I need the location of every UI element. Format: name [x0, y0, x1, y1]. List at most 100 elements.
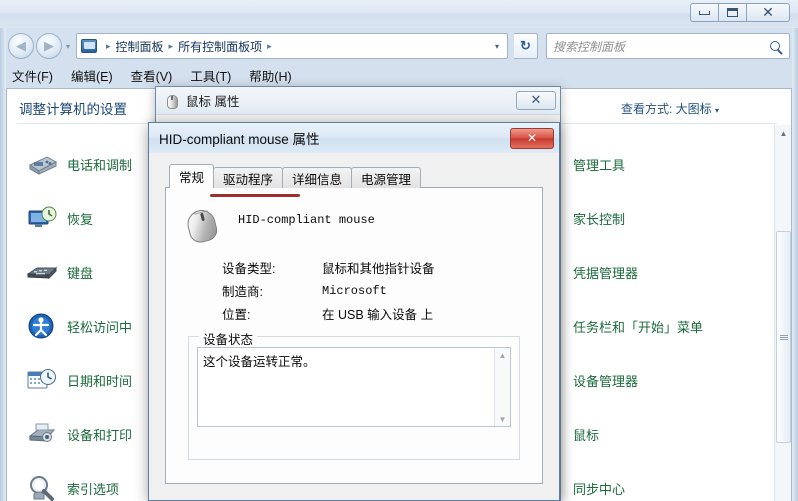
property-value: 鼠标和其他指针设备: [322, 262, 435, 276]
tab-panel-general: HID-compliant mouse 设备类型: 鼠标和其他指针设备 制造商:…: [165, 187, 543, 484]
list-item[interactable]: 恢复: [25, 191, 165, 245]
mouse-device-icon: [182, 204, 224, 245]
list-item-label: 凭据管理器: [573, 265, 639, 281]
back-button[interactable]: ◀: [8, 33, 34, 59]
red-underline-annotation: [210, 194, 300, 197]
maximize-button[interactable]: [718, 3, 747, 22]
list-item-label: 恢复: [67, 211, 94, 227]
breadcrumb[interactable]: ▸ 控制面板 ▸ 所有控制面板项 ▸ ▾: [76, 33, 508, 59]
device-header: HID-compliant mouse: [182, 204, 375, 245]
list-item[interactable]: 电话和调制: [25, 137, 165, 191]
view-by-value[interactable]: 大图标: [676, 102, 712, 116]
control-panel-items-left: 电话和调制 恢复 键盘 轻松访问中 日期和时间 设备和打印 索引选项: [25, 137, 165, 501]
forward-button[interactable]: ▶: [36, 33, 62, 59]
list-item[interactable]: 凭据管理器: [573, 245, 791, 299]
list-item-label: 任务栏和「开始」菜单: [573, 319, 704, 335]
search-placeholder: 搜索控制面板: [553, 39, 626, 54]
property-key: 位置:: [222, 308, 251, 322]
minimize-icon: [699, 10, 710, 15]
tab-label: 驱动程序: [223, 172, 274, 187]
menu-help[interactable]: 帮助(H): [249, 66, 291, 85]
menu-edit[interactable]: 编辑(E): [71, 66, 113, 85]
list-item[interactable]: 鼠标: [573, 407, 791, 461]
breadcrumb-item-1[interactable]: 所有控制面板项: [178, 38, 262, 55]
minimize-button[interactable]: [690, 3, 719, 22]
window-controls: ✕: [690, 3, 790, 22]
view-by-control[interactable]: 查看方式: 大图标 ▾: [621, 100, 719, 117]
tab-power-management[interactable]: 电源管理: [351, 167, 422, 188]
tab-label: 常规: [179, 171, 205, 185]
list-item-label: 索引选项: [67, 481, 120, 497]
breadcrumb-item-0[interactable]: 控制面板: [116, 38, 164, 55]
dialog-title: 鼠标 属性: [186, 95, 240, 109]
scroll-up-icon[interactable]: ▲: [495, 348, 510, 362]
list-item-label: 管理工具: [573, 157, 626, 173]
ease-of-access-icon: [25, 310, 59, 342]
list-item[interactable]: 管理工具: [573, 137, 791, 191]
hid-mouse-properties-dialog[interactable]: HID-compliant mouse 属性 ✕ 常规 驱动程序 详细信息 电源…: [148, 122, 560, 501]
close-icon: ✕: [526, 131, 538, 145]
device-name: HID-compliant mouse: [238, 213, 375, 227]
list-item[interactable]: 任务栏和「开始」菜单: [573, 299, 791, 353]
menu-file[interactable]: 文件(F): [12, 66, 53, 85]
list-item[interactable]: 设备和打印: [25, 407, 165, 461]
tab-general[interactable]: 常规: [169, 164, 215, 188]
property-key: 制造商:: [222, 285, 263, 299]
close-button[interactable]: ✕: [510, 127, 554, 149]
content-scrollbar[interactable]: ▲: [774, 125, 791, 501]
breadcrumb-separator-1: ▸: [168, 40, 174, 51]
list-item-label: 日期和时间: [67, 373, 133, 389]
breadcrumb-separator-2: ▸: [267, 40, 272, 51]
scrollbar-thumb[interactable]: [776, 231, 791, 443]
menu-tools[interactable]: 工具(T): [190, 66, 231, 85]
list-item[interactable]: 家长控制: [573, 191, 791, 245]
control-panel-items-right: 管理工具 家长控制 凭据管理器 任务栏和「开始」菜单 设备管理器 鼠标 同步中心: [573, 137, 791, 501]
refresh-button[interactable]: ↻: [514, 33, 538, 59]
view-by-label: 查看方式:: [620, 102, 673, 116]
list-item-label: 设备和打印: [67, 427, 133, 443]
tab-strip: 常规 驱动程序 详细信息 电源管理: [169, 164, 543, 188]
list-item[interactable]: 同步中心: [573, 461, 791, 501]
mouse-icon: [164, 94, 180, 109]
dialog-title-bar: HID-compliant mouse 属性 ✕: [149, 123, 559, 153]
chevron-down-icon[interactable]: ▾: [715, 106, 719, 115]
title-bar: ✕: [0, 0, 798, 28]
list-item[interactable]: 索引选项: [25, 461, 165, 501]
scroll-up-icon[interactable]: ▲: [775, 125, 791, 142]
tab-label: 详细信息: [292, 172, 343, 187]
breadcrumb-separator-0: ▸: [106, 40, 111, 51]
list-item[interactable]: 设备管理器: [573, 353, 791, 407]
device-properties: 设备类型: 鼠标和其他指针设备 制造商: Microsoft 位置: 在 USB…: [222, 256, 435, 325]
chevron-down-icon[interactable]: ▾: [495, 42, 503, 51]
scroll-down-icon[interactable]: ▼: [495, 412, 510, 426]
menu-view[interactable]: 查看(V): [131, 66, 173, 85]
tab-details[interactable]: 详细信息: [282, 167, 353, 188]
search-input[interactable]: 搜索控制面板: [546, 33, 790, 59]
close-button[interactable]: ✕: [516, 91, 556, 110]
status-scrollbar[interactable]: ▲ ▼: [494, 348, 510, 426]
tab-driver[interactable]: 驱动程序: [213, 167, 284, 188]
close-icon: ✕: [530, 93, 542, 108]
list-item-label: 家长控制: [573, 211, 626, 227]
list-item-label: 电话和调制: [67, 157, 133, 173]
list-item[interactable]: 轻松访问中: [25, 299, 165, 353]
date-time-icon: [25, 364, 59, 396]
group-legend: 设备状态: [199, 329, 258, 348]
maximize-icon: [727, 8, 738, 17]
tab-label: 电源管理: [361, 172, 412, 187]
list-item-label: 鼠标: [573, 427, 600, 443]
list-item[interactable]: 键盘: [25, 245, 165, 299]
list-item-label: 设备管理器: [573, 373, 639, 389]
search-icon: [770, 41, 780, 51]
indexing-options-icon: [25, 472, 59, 501]
dialog-title: HID-compliant mouse 属性: [159, 132, 320, 147]
recent-pages-caret-icon[interactable]: ▾: [66, 42, 70, 51]
control-panel-icon: [81, 39, 97, 53]
dialog-body: 常规 驱动程序 详细信息 电源管理 HID-compliant mouse 设备…: [155, 156, 553, 494]
close-button[interactable]: ✕: [746, 3, 790, 22]
list-item[interactable]: 日期和时间: [25, 353, 165, 407]
list-item-label: 键盘: [67, 265, 94, 281]
property-row: 设备类型: 鼠标和其他指针设备: [222, 256, 435, 279]
property-row: 制造商: Microsoft: [222, 279, 435, 302]
device-status-textbox[interactable]: 这个设备运转正常。 ▲ ▼: [197, 347, 511, 427]
